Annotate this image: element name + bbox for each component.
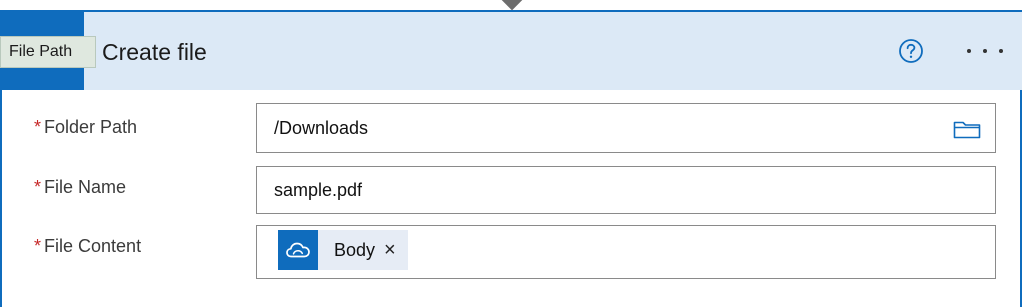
folder-path-value: /Downloads [274,118,369,138]
flow-canvas: Create file * Folder Path /Downloads * F… [0,0,1024,307]
onedrive-cloud-icon [286,242,310,258]
card-title: Create file [102,39,207,65]
token-icon-box [278,230,318,270]
more-dot [983,49,987,53]
file-content-label-text: File Content [44,236,142,256]
card-header[interactable]: Create file [2,12,1022,90]
file-name-label-text: File Name [44,177,127,197]
folder-path-field[interactable]: /Downloads [256,103,996,153]
body-token[interactable]: Body × [278,230,408,270]
required-asterisk: * [34,117,42,137]
file-name-label: * File Name [34,175,126,199]
token-remove-button[interactable]: × [375,239,408,262]
connector-arrow [500,0,524,11]
create-file-action-card: Create file * Folder Path /Downloads * F… [0,10,1022,307]
file-name-field[interactable]: sample.pdf [256,166,996,214]
token-label: Body [334,239,376,260]
file-path-tooltip: File Path [0,36,96,68]
file-content-field[interactable]: Body × [256,225,996,279]
folder-path-label: * Folder Path [34,115,137,139]
required-asterisk: * [34,177,42,197]
folder-icon[interactable] [953,119,981,139]
folder-path-label-text: Folder Path [44,117,138,137]
more-dot [967,49,971,53]
required-asterisk: * [34,236,42,256]
file-name-value: sample.pdf [274,180,363,200]
more-options-button[interactable] [959,36,1009,66]
more-dot [999,49,1003,53]
help-icon[interactable] [898,38,924,64]
file-content-label: * File Content [34,234,141,258]
